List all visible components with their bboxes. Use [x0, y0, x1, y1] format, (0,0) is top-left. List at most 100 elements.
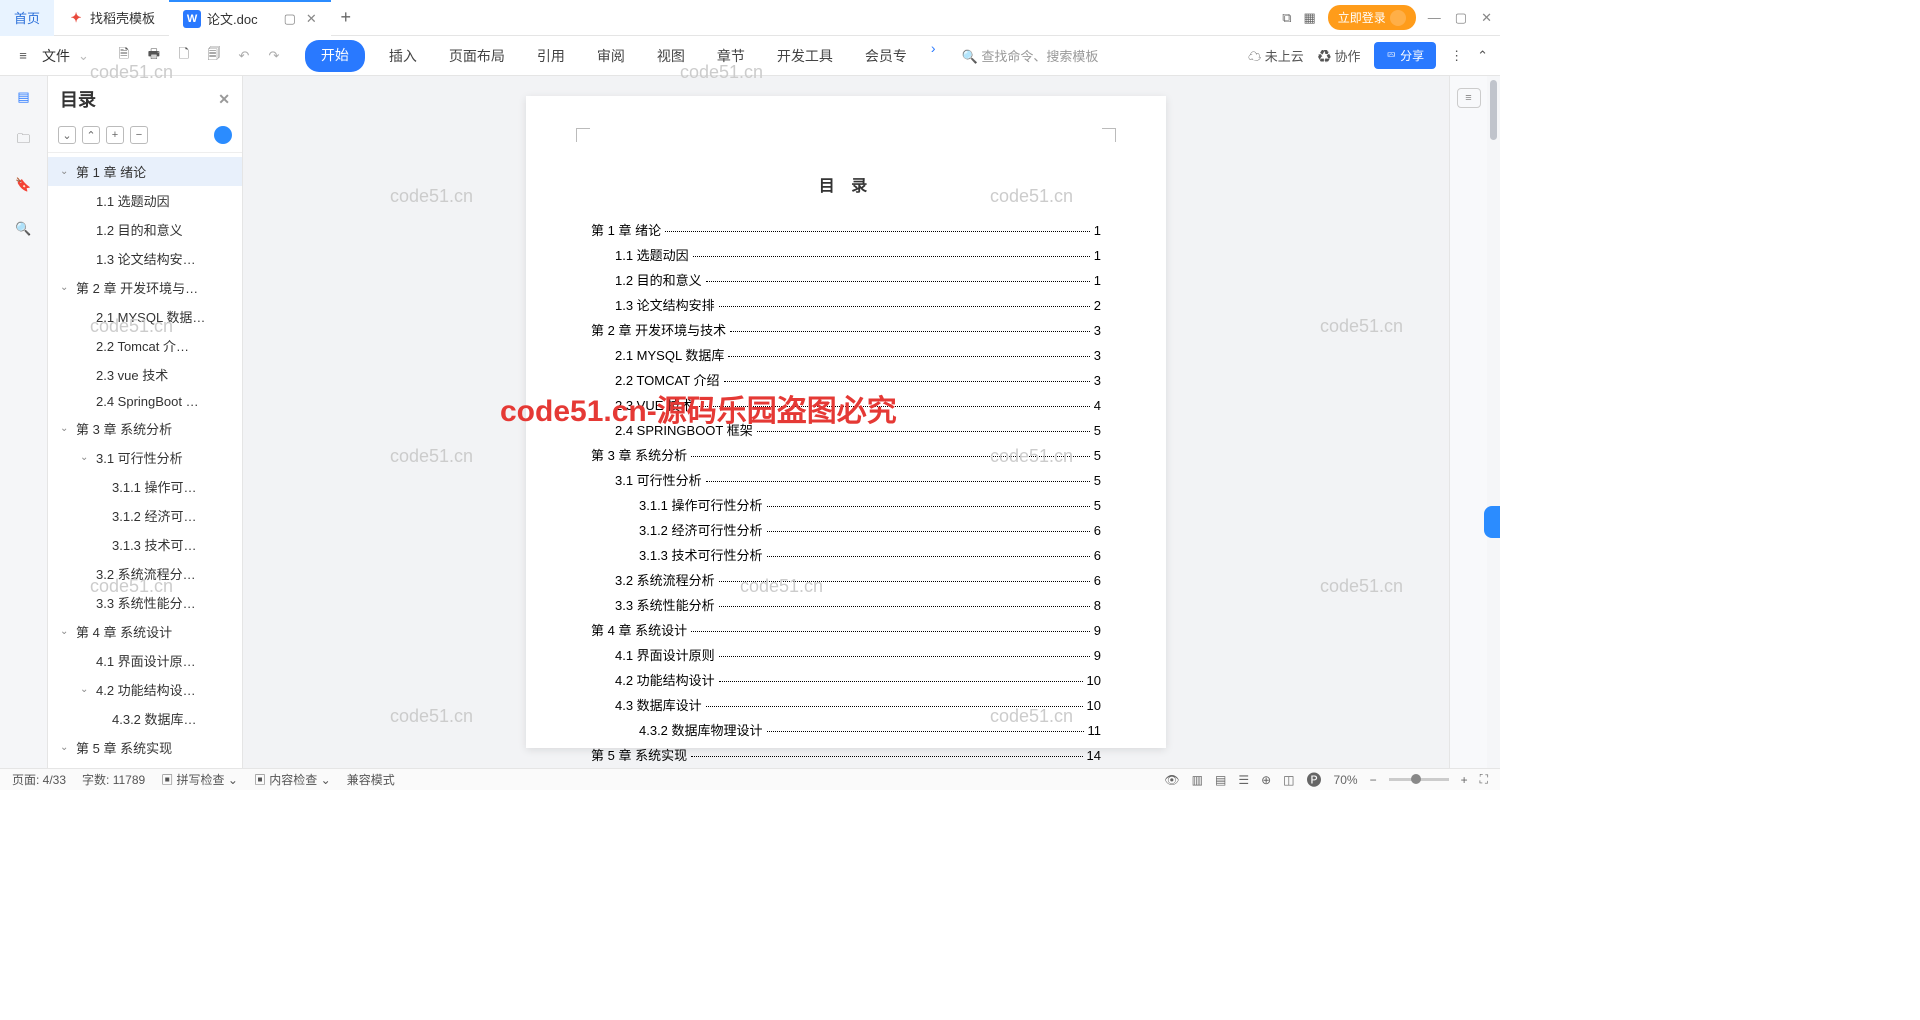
undo-icon[interactable]: ↶: [233, 45, 255, 67]
cloud-status[interactable]: ☁ 未上云: [1248, 46, 1304, 65]
outline-tab-icon[interactable]: ▤: [13, 86, 35, 108]
tab-template[interactable]: ✦ 找稻壳模板: [54, 0, 169, 36]
folder-icon[interactable]: 🗀: [13, 130, 35, 152]
tab-document[interactable]: W 论文.doc ▢ ✕: [169, 0, 331, 36]
outline-item[interactable]: ⌄第 3 章 系统分析: [48, 414, 242, 443]
outline-item[interactable]: 5.1 学生信息…: [48, 762, 242, 768]
menu-dev-tools[interactable]: 开发工具: [769, 40, 841, 72]
collapse-all-icon[interactable]: ⌄: [58, 126, 76, 144]
outline-item[interactable]: 2.2 Tomcat 介…: [48, 331, 242, 360]
toc-container: 第 1 章 绪论11.1 选题动因11.2 目的和意义11.3 论文结构安排2第…: [591, 220, 1101, 764]
outline-item[interactable]: 1.1 选题动因: [48, 186, 242, 215]
menu-member[interactable]: 会员专: [857, 40, 915, 72]
add-item-icon[interactable]: +: [106, 126, 124, 144]
outline-item[interactable]: 2.3 vue 技术: [48, 360, 242, 389]
layout-icon[interactable]: ⧉: [1282, 10, 1291, 26]
command-search[interactable]: 🔍 查找命令、搜索模板: [962, 46, 1099, 65]
outline-item[interactable]: 1.2 目的和意义: [48, 215, 242, 244]
right-panel-toggle-icon[interactable]: ≡: [1457, 88, 1481, 108]
fullscreen-icon[interactable]: ⛶: [1480, 772, 1488, 787]
tab-home[interactable]: 首页: [0, 0, 54, 36]
window-maximize-icon[interactable]: ▢: [1455, 10, 1467, 26]
side-pull-tab[interactable]: [1484, 506, 1500, 538]
preview-icon[interactable]: 🗋: [173, 45, 195, 67]
zoom-slider[interactable]: [1389, 778, 1449, 781]
apps-icon[interactable]: ▦: [1303, 10, 1315, 26]
outline-item[interactable]: 4.3.2 数据库…: [48, 704, 242, 733]
outline-item[interactable]: 3.1.1 操作可…: [48, 472, 242, 501]
menu-chapter[interactable]: 章节: [709, 40, 753, 72]
menu-review[interactable]: 审阅: [589, 40, 633, 72]
document-viewport[interactable]: 目 录 第 1 章 绪论11.1 选题动因11.2 目的和意义11.3 论文结构…: [243, 76, 1449, 768]
outline-item[interactable]: ⌄第 2 章 开发环境与…: [48, 273, 242, 302]
web-layout-icon[interactable]: ⊕: [1261, 773, 1271, 787]
outline-item-label: 4.1 界面设计原…: [96, 651, 196, 670]
toc-text: 1.1 选题动因: [615, 245, 689, 264]
save-icon[interactable]: 🗎: [113, 45, 135, 67]
status-page[interactable]: 页面: 4/33: [12, 771, 66, 788]
menu-references[interactable]: 引用: [529, 40, 573, 72]
outline-item[interactable]: ⌄4.2 功能结构设…: [48, 675, 242, 704]
toolbar-file-label[interactable]: 文件: [42, 46, 70, 66]
tab-close-icon[interactable]: ✕: [306, 11, 317, 27]
outline-item[interactable]: 1.3 论文结构安…: [48, 244, 242, 273]
more-icon[interactable]: ⋮: [1450, 48, 1463, 64]
menu-insert[interactable]: 插入: [381, 40, 425, 72]
zoom-minus-icon[interactable]: −: [1370, 773, 1377, 787]
scrollbar-thumb[interactable]: [1490, 80, 1497, 140]
toc-leader-dots: [728, 356, 1089, 357]
hamburger-icon[interactable]: ≡: [12, 45, 34, 67]
window-minimize-icon[interactable]: —: [1428, 10, 1441, 26]
outline-item[interactable]: ⌄第 5 章 系统实现: [48, 733, 242, 762]
status-spellcheck[interactable]: ▣ 拼写检查 ⌄: [161, 771, 238, 788]
find-icon[interactable]: 🔍: [13, 218, 35, 240]
login-button[interactable]: 立即登录: [1328, 5, 1416, 30]
redo-icon[interactable]: ↷: [263, 45, 285, 67]
zoom-out-icon[interactable]: 🅟: [1307, 769, 1322, 790]
outline-item[interactable]: 3.2 系统流程分…: [48, 559, 242, 588]
toc-page-number: 14: [1087, 748, 1101, 763]
vertical-scrollbar[interactable]: [1487, 76, 1500, 768]
menu-page-layout[interactable]: 页面布局: [441, 40, 513, 72]
tab-detach-icon[interactable]: ▢: [284, 11, 296, 27]
bookmark-icon[interactable]: 🔖: [13, 174, 35, 196]
status-content-check[interactable]: ▣ 内容检查 ⌄: [254, 771, 331, 788]
outline-item[interactable]: ⌄第 4 章 系统设计: [48, 617, 242, 646]
status-compat-mode: 兼容模式: [347, 771, 395, 788]
outline-item[interactable]: 3.1.3 技术可…: [48, 530, 242, 559]
menu-more-icon[interactable]: ›: [931, 40, 936, 72]
zoom-plus-icon[interactable]: +: [1461, 773, 1468, 787]
view2-icon[interactable]: ▤: [1215, 773, 1226, 787]
share-button[interactable]: ⮹分享: [1374, 42, 1436, 69]
toc-leader-dots: [697, 406, 1090, 407]
status-words[interactable]: 字数: 11789: [82, 771, 145, 788]
readmode-icon[interactable]: 👁: [1164, 773, 1179, 787]
view3-icon[interactable]: ☰: [1238, 773, 1249, 787]
window-close-icon[interactable]: ✕: [1481, 10, 1492, 26]
outline-item[interactable]: 2.4 SpringBoot …: [48, 389, 242, 414]
chevron-down-icon: ⌄: [60, 166, 72, 177]
outline-item[interactable]: 2.1 MYSQL 数据…: [48, 302, 242, 331]
zoom-value[interactable]: 70%: [1334, 773, 1358, 787]
outline-item[interactable]: 3.1.2 经济可…: [48, 501, 242, 530]
menu-view[interactable]: 视图: [649, 40, 693, 72]
view1-icon[interactable]: ▥: [1192, 773, 1203, 787]
outline-item[interactable]: 3.3 系统性能分…: [48, 588, 242, 617]
collapse-ribbon-icon[interactable]: ⌃: [1477, 48, 1488, 64]
outline-close-icon[interactable]: ✕: [218, 91, 230, 108]
tab-add-button[interactable]: +: [331, 7, 361, 28]
remove-item-icon[interactable]: −: [130, 126, 148, 144]
print-icon[interactable]: 🖶: [143, 45, 165, 67]
toc-page-number: 5: [1094, 448, 1101, 463]
cut-icon[interactable]: 🗐: [203, 45, 225, 67]
outline-sync-icon[interactable]: [214, 126, 232, 144]
outline-tree[interactable]: ⌄第 1 章 绪论1.1 选题动因1.2 目的和意义1.3 论文结构安…⌄第 2…: [48, 153, 242, 768]
expand-all-icon[interactable]: ⌃: [82, 126, 100, 144]
outline-item[interactable]: ⌄3.1 可行性分析: [48, 443, 242, 472]
toc-text: 3.2 系统流程分析: [615, 570, 715, 589]
outline-item[interactable]: ⌄第 1 章 绪论: [48, 157, 242, 186]
outline-item[interactable]: 4.1 界面设计原…: [48, 646, 242, 675]
grid-icon[interactable]: ◫: [1283, 773, 1294, 787]
menu-start[interactable]: 开始: [305, 40, 365, 72]
coop-button[interactable]: ♻ 协作: [1318, 46, 1361, 65]
